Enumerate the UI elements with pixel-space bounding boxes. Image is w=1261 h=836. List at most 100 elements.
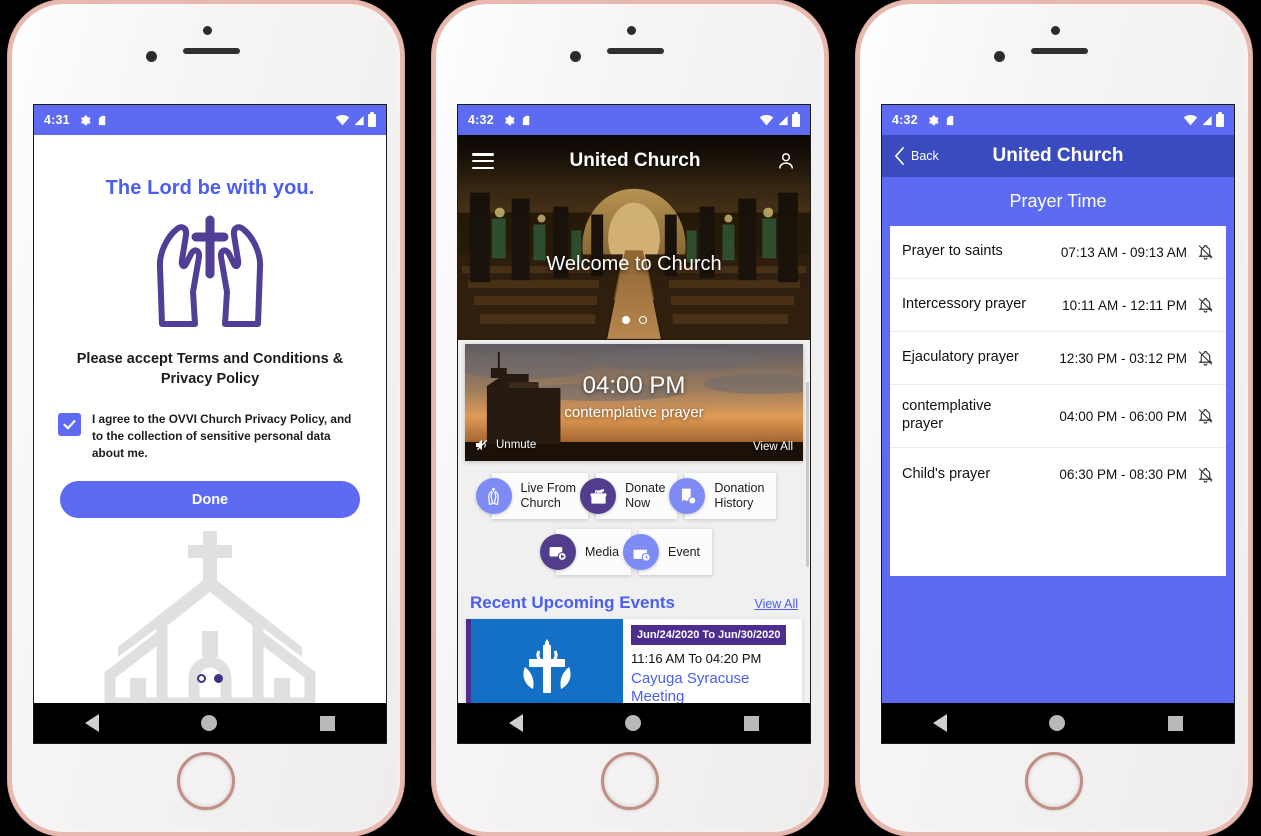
- tile-live-from-church[interactable]: Live From Church: [475, 473, 589, 519]
- event-card[interactable]: Jun/24/2020 To Jun/30/2020 11:16 AM To 0…: [466, 619, 802, 703]
- sim-card-icon: [97, 114, 108, 127]
- hero-dot-2[interactable]: [638, 316, 647, 324]
- proximity-sensor-icon: [1051, 26, 1060, 35]
- bell-off-icon[interactable]: [1197, 407, 1214, 425]
- tile-row-1: Live From Church Donate Now Donation His…: [466, 473, 802, 519]
- user-account-icon[interactable]: [776, 150, 796, 172]
- unmute-label: Unmute: [496, 439, 537, 451]
- hardware-home-button-2[interactable]: [601, 752, 659, 810]
- media-play-icon: [539, 534, 576, 570]
- prayer-time: 04:00 PM: [582, 372, 686, 399]
- bell-off-icon[interactable]: [1197, 349, 1214, 367]
- recents-square-icon[interactable]: [319, 715, 335, 731]
- table-row[interactable]: Prayer to saints 07:13 AM - 09:13 AM: [890, 226, 1226, 279]
- prayer-name: Prayer to saints: [902, 243, 1003, 260]
- hero-pager[interactable]: [458, 316, 810, 324]
- privacy-consent-checkbox[interactable]: [58, 413, 81, 437]
- hero-banner[interactable]: United Church Welcome to Church: [458, 135, 810, 340]
- battery-icon: [368, 111, 376, 127]
- unmute-control[interactable]: Unmute: [474, 437, 536, 453]
- done-button[interactable]: Done: [60, 481, 360, 519]
- android-nav-bar-2: [458, 703, 810, 743]
- table-row[interactable]: Ejaculatory prayer 12:30 PM - 03:12 PM: [890, 332, 1226, 385]
- events-header: Recent Upcoming Events View All: [458, 585, 810, 619]
- gear-icon: [78, 114, 91, 127]
- hero-dot-1[interactable]: [621, 316, 630, 324]
- gear-icon: [926, 114, 939, 127]
- prayer-time: 10:11 AM - 12:11 PM: [1062, 297, 1187, 313]
- recents-square-icon[interactable]: [743, 715, 759, 731]
- tile-label: Live From Church: [520, 481, 577, 510]
- signal-icon: [354, 115, 364, 125]
- prayer-name: Intercessory prayer: [902, 296, 1027, 313]
- events-title: Recent Upcoming Events: [470, 593, 675, 612]
- back-button[interactable]: Back: [894, 147, 939, 165]
- front-camera-icon: [146, 51, 157, 62]
- android-nav-bar-3: [882, 703, 1234, 743]
- hardware-home-button-1[interactable]: [177, 752, 235, 810]
- phone-device-3: 4:32 Back United Church Prayer Time Pray…: [856, 0, 1252, 836]
- prayer-time: 07:13 AM - 09:13 AM: [1060, 244, 1187, 260]
- presbyterian-cross-logo: [471, 619, 623, 703]
- back-triangle-icon[interactable]: [509, 714, 524, 732]
- back-triangle-icon[interactable]: [85, 714, 100, 732]
- tile-label: Donation History: [714, 481, 765, 510]
- status-time: 4:32: [468, 113, 494, 127]
- status-right-icons: [759, 111, 800, 127]
- app-bar-3: Back United Church: [882, 135, 1234, 177]
- content-scrollbar[interactable]: [806, 382, 809, 567]
- prayer-time: 04:00 PM - 06:00 PM: [1059, 408, 1187, 424]
- table-row[interactable]: Child's prayer 06:30 PM - 08:30 PM: [890, 448, 1226, 501]
- page-dot-1[interactable]: [197, 674, 206, 683]
- recents-square-icon[interactable]: [1167, 715, 1183, 731]
- proximity-sensor-icon: [627, 26, 636, 35]
- prayer-name: Ejaculatory prayer: [902, 349, 1019, 366]
- page-indicator[interactable]: [197, 674, 223, 683]
- hamburger-menu-icon[interactable]: [472, 153, 494, 169]
- prayer-time: 12:30 PM - 03:12 PM: [1059, 350, 1187, 366]
- bell-off-icon[interactable]: [1197, 296, 1214, 314]
- prayer-time-list: Prayer to saints 07:13 AM - 09:13 AM Int…: [890, 226, 1226, 576]
- earpiece-speaker: [607, 48, 664, 54]
- status-right-icons: [335, 111, 376, 127]
- tile-event[interactable]: Event: [623, 529, 712, 575]
- events-view-all-link[interactable]: View All: [754, 597, 798, 611]
- bell-off-icon[interactable]: [1197, 243, 1214, 261]
- live-prayer-card[interactable]: 04:00 PM contemplative prayer Unmute Vie…: [465, 344, 803, 461]
- tile-donation-history[interactable]: Donation History: [669, 473, 777, 519]
- signal-icon: [1202, 115, 1212, 125]
- back-triangle-icon[interactable]: [933, 714, 948, 732]
- tile-donate-now[interactable]: Donate Now: [580, 473, 678, 519]
- table-row[interactable]: contemplative prayer 04:00 PM - 06:00 PM: [890, 385, 1226, 448]
- table-row[interactable]: Intercessory prayer 10:11 AM - 12:11 PM: [890, 279, 1226, 332]
- section-title: Prayer Time: [1009, 191, 1107, 211]
- app-title: United Church: [569, 150, 701, 171]
- page-dot-2[interactable]: [214, 674, 223, 683]
- prayer-name: contemplative prayer: [564, 404, 704, 421]
- event-name[interactable]: Cayuga Syracuse Meeting: [631, 666, 802, 703]
- prayer-view-all-link[interactable]: View All: [753, 441, 793, 453]
- quick-action-tiles: Live From Church Donate Now Donation His…: [458, 461, 810, 575]
- back-label: Back: [911, 149, 939, 163]
- terms-heading: Please accept Terms and Conditions & Pri…: [34, 330, 386, 389]
- bell-off-icon[interactable]: [1197, 466, 1214, 484]
- donation-box-icon: [580, 478, 617, 514]
- tile-media[interactable]: Media: [539, 529, 632, 575]
- terms-line-2: Privacy Policy: [160, 370, 260, 387]
- home-circle-icon[interactable]: [1049, 715, 1066, 731]
- event-date-range: Jun/24/2020 To Jun/30/2020: [631, 625, 787, 645]
- calendar-clock-icon: [623, 534, 660, 570]
- home-circle-icon[interactable]: [625, 715, 642, 731]
- hardware-home-button-3[interactable]: [1025, 752, 1083, 810]
- battery-icon: [792, 111, 800, 127]
- consent-row[interactable]: I agree to the OVVI Church Privacy Polic…: [34, 389, 386, 461]
- sim-card-icon: [945, 114, 956, 127]
- status-time: 4:31: [44, 113, 70, 127]
- wifi-icon: [1183, 114, 1198, 125]
- home-content: United Church Welcome to Church 04:00 PM…: [458, 135, 810, 703]
- terms-line-1: Please accept Terms and Conditions &: [76, 351, 344, 367]
- app-bar-2: United Church: [458, 135, 810, 187]
- receipt-history-icon: [669, 478, 706, 514]
- home-circle-icon[interactable]: [201, 715, 218, 731]
- phone-device-2: 4:32 United Church Welcome to Church 04:…: [432, 0, 828, 836]
